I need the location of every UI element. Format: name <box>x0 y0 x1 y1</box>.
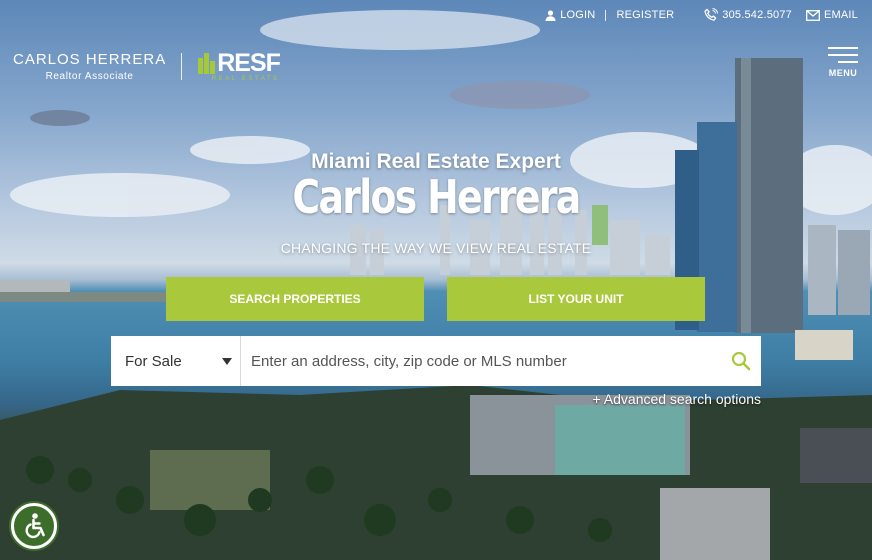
property-search-bar: For Sale <box>111 336 761 386</box>
register-link[interactable]: REGISTER <box>616 9 674 21</box>
listing-type-value: For Sale <box>125 352 182 370</box>
hero-title: Carlos Herrera <box>292 170 581 224</box>
agent-name: CARLOS HERRERA <box>13 50 167 68</box>
listing-type-select[interactable]: For Sale <box>111 336 241 386</box>
user-icon <box>545 9 556 21</box>
hero-background <box>0 0 872 560</box>
agent-title: Realtor Associate <box>45 70 134 82</box>
login-label: LOGIN <box>560 9 596 21</box>
accessibility-icon <box>25 513 45 539</box>
search-icon <box>731 351 751 371</box>
miami-skyline-image <box>0 10 872 560</box>
login-link[interactable]: LOGIN <box>545 9 595 21</box>
site-logo[interactable]: CARLOS HERRERA Realtor Associate RESF RE… <box>13 49 281 83</box>
envelope-icon <box>806 9 820 21</box>
advanced-search-link[interactable]: + Advanced search options <box>592 391 761 407</box>
agent-name-block: CARLOS HERRERA Realtor Associate <box>13 51 166 82</box>
register-label: REGISTER <box>616 9 675 21</box>
topbar-separator <box>605 9 607 21</box>
hero-tagline: CHANGING THE WAY WE VIEW REAL ESTATE <box>280 240 592 256</box>
search-submit-button[interactable] <box>721 336 761 386</box>
phone-icon <box>704 8 719 21</box>
search-properties-button[interactable]: SEARCH PROPERTIES <box>166 277 424 321</box>
list-your-unit-button[interactable]: LIST YOUR UNIT <box>447 277 705 321</box>
menu-icon <box>828 47 858 63</box>
logo-subtitle: REAL ESTATE <box>211 76 280 82</box>
search-input[interactable] <box>241 336 721 386</box>
caret-down-icon <box>222 357 232 365</box>
accessibility-button[interactable] <box>11 503 57 549</box>
logo-divider <box>181 52 183 80</box>
phone-link[interactable]: 305.542.5077 <box>704 8 792 22</box>
building-icon <box>198 53 216 74</box>
email-link[interactable]: EMAIL <box>806 9 858 21</box>
resf-logo: RESF REAL ESTATE <box>197 49 281 82</box>
email-label: EMAIL <box>823 9 858 21</box>
top-bar: LOGIN REGISTER 305.542.5077 EMAIL <box>545 8 858 22</box>
menu-button[interactable]: MENU <box>828 47 858 78</box>
phone-number: 305.542.5077 <box>722 9 792 21</box>
menu-label: MENU <box>828 68 858 78</box>
logo-word: RESF <box>217 49 281 77</box>
